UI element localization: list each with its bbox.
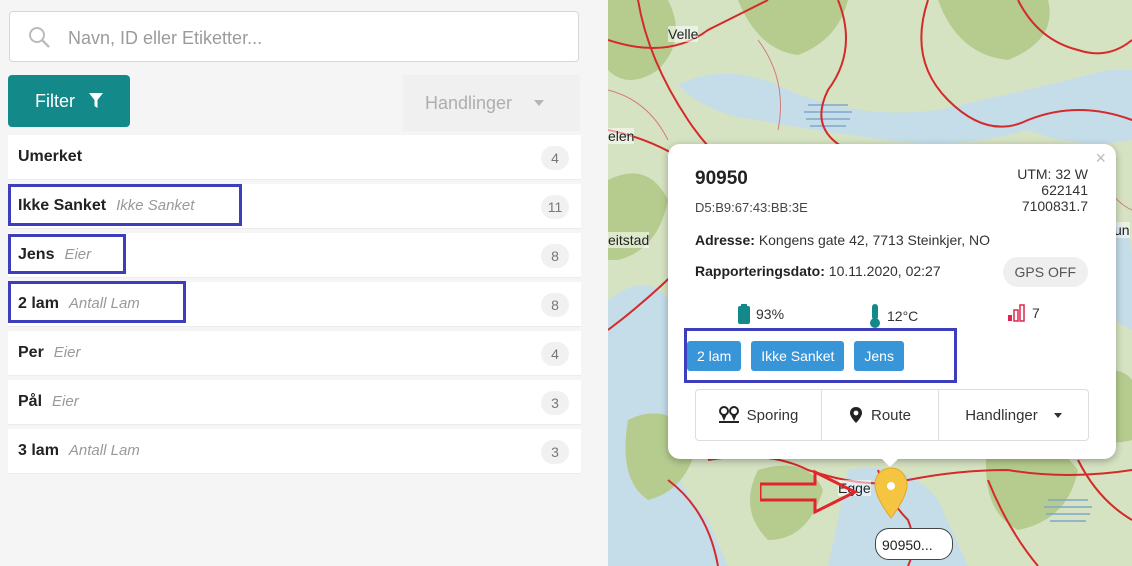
- item-type: Antall Lam: [68, 442, 140, 459]
- filter-button[interactable]: Filter: [8, 75, 130, 127]
- place-label: eitstad: [608, 232, 650, 248]
- item-name: Ikke Sanket: [18, 197, 107, 214]
- item-type: Ikke Sanket: [116, 197, 195, 214]
- popup-actions-label: Handlinger: [965, 406, 1038, 424]
- signal-stat: 7: [1008, 304, 1040, 322]
- list-item[interactable]: Per Eier 4: [8, 331, 581, 376]
- utm-northing: 7100831.7: [1021, 198, 1088, 214]
- item-type: Antall Lam: [68, 295, 140, 312]
- item-name: 2 lam: [18, 295, 59, 312]
- filter-icon: [89, 93, 103, 108]
- count-badge: 8: [541, 244, 569, 268]
- count-badge: 11: [541, 195, 569, 219]
- utm-coordinates: UTM: 32 W 622141 7100831.7: [1017, 166, 1088, 214]
- search-icon: [29, 27, 50, 48]
- list-item[interactable]: 2 lam Antall Lam 8: [8, 282, 581, 327]
- item-name: Umerket: [18, 148, 83, 165]
- map-pin-icon: [849, 407, 862, 423]
- address-value: Kongens gate 42, 7713 Steinkjer, NO: [758, 232, 990, 248]
- search-box[interactable]: [9, 11, 579, 62]
- sidebar: Filter Handlinger Umerket 4 Ikke SanketI…: [0, 0, 596, 566]
- map-marker-icon[interactable]: [873, 466, 909, 522]
- list-item[interactable]: Umerket 4: [8, 135, 581, 180]
- count-badge: 4: [541, 146, 569, 170]
- gps-status-badge[interactable]: GPS OFF: [1002, 257, 1088, 287]
- marker-label[interactable]: 90950...: [875, 528, 953, 560]
- item-name: 3 lam: [18, 442, 59, 459]
- item-type: Eier: [52, 393, 79, 410]
- address-line: Adresse: Kongens gate 42, 7713 Steinkjer…: [695, 232, 990, 248]
- date-value: 10.11.2020, 02:27: [828, 263, 941, 279]
- tracking-icon: [718, 406, 739, 423]
- place-label: Velle: [668, 26, 699, 42]
- popup-actions: Sporing Route Handlinger: [695, 389, 1089, 441]
- tag-chip[interactable]: Ikke Sanket: [751, 341, 845, 371]
- actions-label: Handlinger: [425, 92, 513, 113]
- count-badge: 8: [541, 293, 569, 317]
- list-item[interactable]: Pål Eier 3: [8, 380, 581, 425]
- count-badge: 4: [541, 342, 569, 366]
- popup-pointer: [878, 455, 902, 467]
- filter-label: Filter: [35, 90, 75, 111]
- count-badge: 3: [541, 440, 569, 464]
- search-input[interactable]: [66, 24, 570, 52]
- date-label: Rapporteringsdato:: [695, 263, 825, 279]
- item-type: Eier: [53, 344, 81, 361]
- thermometer-icon: [870, 304, 880, 328]
- tag-chip[interactable]: 2 lam: [687, 341, 742, 371]
- battery-icon: [738, 304, 750, 324]
- popup-actions-dropdown[interactable]: Handlinger: [939, 390, 1088, 440]
- list-item[interactable]: 3 lam Antall Lam 3: [8, 429, 581, 474]
- tag-chip[interactable]: Jens: [854, 341, 904, 371]
- signal-icon: [1008, 304, 1025, 322]
- list-item[interactable]: Ikke Sanket Ikke Sanket 11: [8, 184, 581, 229]
- tracking-button[interactable]: Sporing: [696, 390, 822, 440]
- count-badge: 3: [541, 391, 569, 415]
- device-mac: D5:B9:67:43:BB:3E: [695, 200, 808, 215]
- route-label: Route: [870, 406, 912, 424]
- address-label: Adresse:: [695, 232, 755, 248]
- utm-easting: 622141: [1041, 182, 1088, 198]
- route-button[interactable]: Route: [822, 390, 939, 440]
- utm-zone: UTM: 32 W: [1017, 166, 1088, 182]
- battery-stat: 93%: [738, 304, 784, 324]
- place-label: elen: [608, 128, 635, 144]
- chevron-down-icon: [1053, 412, 1062, 418]
- item-name: Jens: [18, 246, 55, 263]
- place-label: un: [1114, 222, 1130, 238]
- date-line: Rapporteringsdato: 10.11.2020, 02:27: [695, 263, 941, 279]
- tag-list: Umerket 4 Ikke Sanket Ikke Sanket 11 Jens…: [8, 135, 581, 478]
- item-type: Eier: [64, 246, 92, 263]
- actions-dropdown[interactable]: Handlinger: [403, 75, 580, 131]
- signal-value: 7: [1032, 305, 1040, 321]
- temperature-value: 12°C: [887, 308, 919, 324]
- tag-chips: 2 lam Ikke Sanket Jens: [687, 341, 904, 371]
- battery-value: 93%: [756, 306, 785, 322]
- temperature-stat: 12°C: [869, 304, 918, 328]
- list-item[interactable]: Jens Eier 8: [8, 233, 581, 278]
- chevron-down-icon: [534, 100, 545, 106]
- device-popup: × 90950 D5:B9:67:43:BB:3E UTM: 32 W 6221…: [668, 144, 1116, 459]
- item-name: Per: [18, 344, 44, 361]
- device-id: 90950: [695, 168, 748, 189]
- close-icon[interactable]: ×: [1095, 148, 1106, 169]
- tracking-label: Sporing: [746, 406, 799, 424]
- item-name: Pål: [18, 393, 43, 410]
